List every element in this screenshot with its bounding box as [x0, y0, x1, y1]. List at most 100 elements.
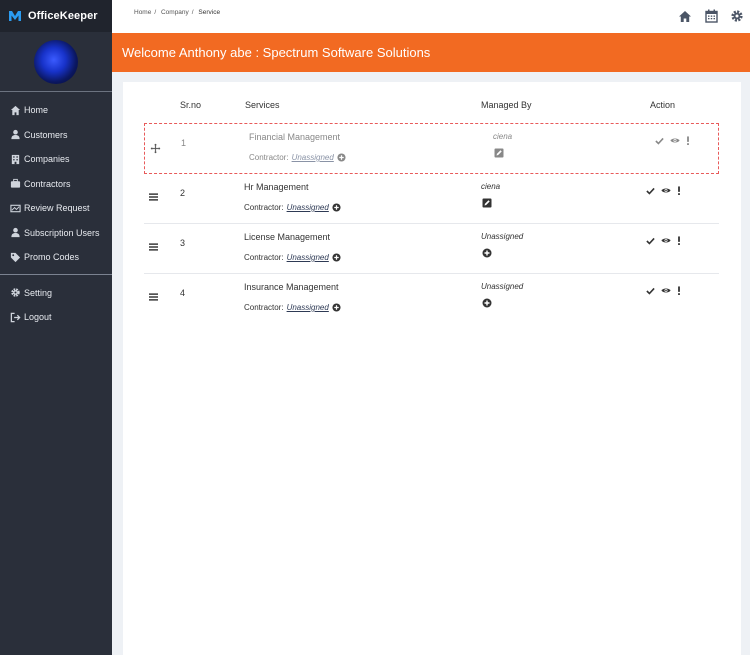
exclamation-icon[interactable]: [677, 286, 681, 295]
sidebar-nav: Home Customers Companies Contractors Rev…: [0, 92, 112, 330]
avatar-container: [0, 32, 112, 92]
sidebar-item-label: Customers: [24, 129, 68, 140]
row-actions: [646, 186, 681, 195]
eye-icon[interactable]: [661, 287, 671, 294]
header-action: Action: [650, 100, 676, 110]
drag-move-icon[interactable]: [150, 143, 161, 157]
row-actions: [646, 286, 681, 295]
brand[interactable]: OfficeKeeper: [0, 0, 112, 32]
sidebar-item-label: Promo Codes: [24, 252, 80, 263]
calendar-icon[interactable]: [704, 9, 718, 23]
row-actions: [646, 236, 681, 245]
row-contractor: Contractor: Unassigned: [244, 253, 341, 262]
sidebar-item-setting[interactable]: Setting: [0, 281, 112, 306]
avatar[interactable]: [34, 39, 78, 84]
logout-icon: [10, 312, 21, 323]
briefcase-icon: [10, 178, 21, 189]
sidebar-item-customers[interactable]: Customers: [0, 123, 112, 148]
drag-handle-icon[interactable]: [149, 243, 158, 254]
plus-circle-icon[interactable]: [482, 245, 492, 263]
check-icon[interactable]: [646, 287, 655, 295]
header-srno: Sr.no: [180, 100, 202, 110]
sidebar-item-label: Setting: [24, 287, 53, 298]
sidebar-item-subscription-users[interactable]: Subscription Users: [0, 221, 112, 246]
sidebar-item-label: Review Request: [24, 203, 90, 214]
contractor-label: Contractor:: [244, 203, 284, 212]
home-icon: [10, 105, 21, 116]
row-managed-by: ciena: [493, 132, 513, 141]
breadcrumb-separator: /: [191, 9, 194, 16]
contractor-label: Contractor:: [244, 303, 284, 312]
row-managed-by: Unassigned: [481, 232, 524, 241]
table-row[interactable]: 1 Financial Management Contractor: Unass…: [144, 123, 719, 174]
topbar: Home / Company / Service: [112, 0, 750, 33]
welcome-banner: Welcome Anthony abe : Spectrum Software …: [112, 33, 750, 72]
home-icon[interactable]: [678, 9, 692, 23]
contractor-label: Contractor:: [244, 253, 284, 262]
sidebar-item-label: Subscription Users: [24, 227, 100, 238]
breadcrumb-home[interactable]: Home: [134, 9, 151, 16]
plus-circle-icon[interactable]: [332, 203, 341, 212]
row-managed-by: ciena: [481, 182, 501, 191]
row-service-name: License Management: [244, 232, 331, 242]
table-row[interactable]: 2 Hr Management Contractor: Unassigned c…: [144, 174, 719, 224]
eye-icon[interactable]: [661, 237, 671, 244]
row-service-name: Insurance Management: [244, 282, 339, 292]
sidebar-item-review-request[interactable]: Review Request: [0, 196, 112, 221]
sidebar-item-label: Contractors: [24, 178, 71, 189]
drag-handle-icon[interactable]: [149, 293, 158, 304]
brand-logo-icon: [9, 11, 21, 21]
breadcrumb-company[interactable]: Company: [161, 9, 189, 16]
user-icon: [10, 227, 21, 238]
exclamation-icon[interactable]: [677, 186, 681, 195]
contractor-link[interactable]: Unassigned: [287, 303, 329, 312]
contractor-link[interactable]: Unassigned: [287, 203, 329, 212]
contractor-link[interactable]: Unassigned: [292, 153, 334, 162]
eye-icon[interactable]: [661, 187, 671, 194]
row-managed-by: Unassigned: [481, 282, 524, 291]
sidebar-divider: [0, 273, 112, 275]
sidebar-item-companies[interactable]: Companies: [0, 147, 112, 172]
drag-handle-icon[interactable]: [149, 193, 158, 204]
plus-circle-icon[interactable]: [332, 303, 341, 312]
exclamation-icon[interactable]: [677, 236, 681, 245]
breadcrumb: Home / Company / Service: [134, 9, 223, 16]
sidebar-item-logout[interactable]: Logout: [0, 305, 112, 330]
welcome-text: Welcome Anthony abe : Spectrum Software …: [122, 45, 431, 60]
tags-icon: [10, 252, 21, 263]
check-icon[interactable]: [655, 137, 664, 145]
sidebar-item-promo-codes[interactable]: Promo Codes: [0, 245, 112, 270]
edit-icon[interactable]: [482, 195, 492, 213]
gear-icon[interactable]: [730, 9, 744, 23]
services-card: Sr.no Services Managed By Action 1 Finan…: [123, 82, 741, 655]
exclamation-icon[interactable]: [686, 136, 690, 145]
row-contractor: Contractor: Unassigned: [249, 153, 346, 162]
edit-icon[interactable]: [494, 145, 504, 163]
plus-circle-icon[interactable]: [337, 153, 346, 162]
review-icon: [10, 203, 21, 214]
row-service-name: Financial Management: [249, 132, 341, 142]
contractor-link[interactable]: Unassigned: [287, 253, 329, 262]
breadcrumb-current: Service: [198, 9, 221, 16]
check-icon[interactable]: [646, 187, 655, 195]
row-srno: 4: [180, 288, 186, 298]
sidebar-item-home[interactable]: Home: [0, 98, 112, 123]
row-actions: [655, 136, 690, 145]
breadcrumb-separator: /: [154, 9, 157, 16]
eye-icon[interactable]: [670, 137, 680, 144]
check-icon[interactable]: [646, 237, 655, 245]
plus-circle-icon[interactable]: [482, 295, 492, 313]
header-managed-by: Managed By: [481, 100, 532, 110]
top-icons: [678, 9, 744, 23]
row-srno: 2: [180, 188, 186, 198]
sidebar-item-contractors[interactable]: Contractors: [0, 172, 112, 197]
sidebar-item-label: Companies: [24, 154, 70, 165]
row-contractor: Contractor: Unassigned: [244, 203, 341, 212]
sidebar-item-label: Home: [24, 105, 49, 116]
plus-circle-icon[interactable]: [332, 253, 341, 262]
row-srno: 3: [180, 238, 186, 248]
table-row[interactable]: 4 Insurance Management Contractor: Unass…: [144, 274, 719, 324]
table-row[interactable]: 3 License Management Contractor: Unassig…: [144, 224, 719, 274]
building-icon: [10, 154, 21, 165]
sidebar-item-label: Logout: [24, 312, 52, 323]
